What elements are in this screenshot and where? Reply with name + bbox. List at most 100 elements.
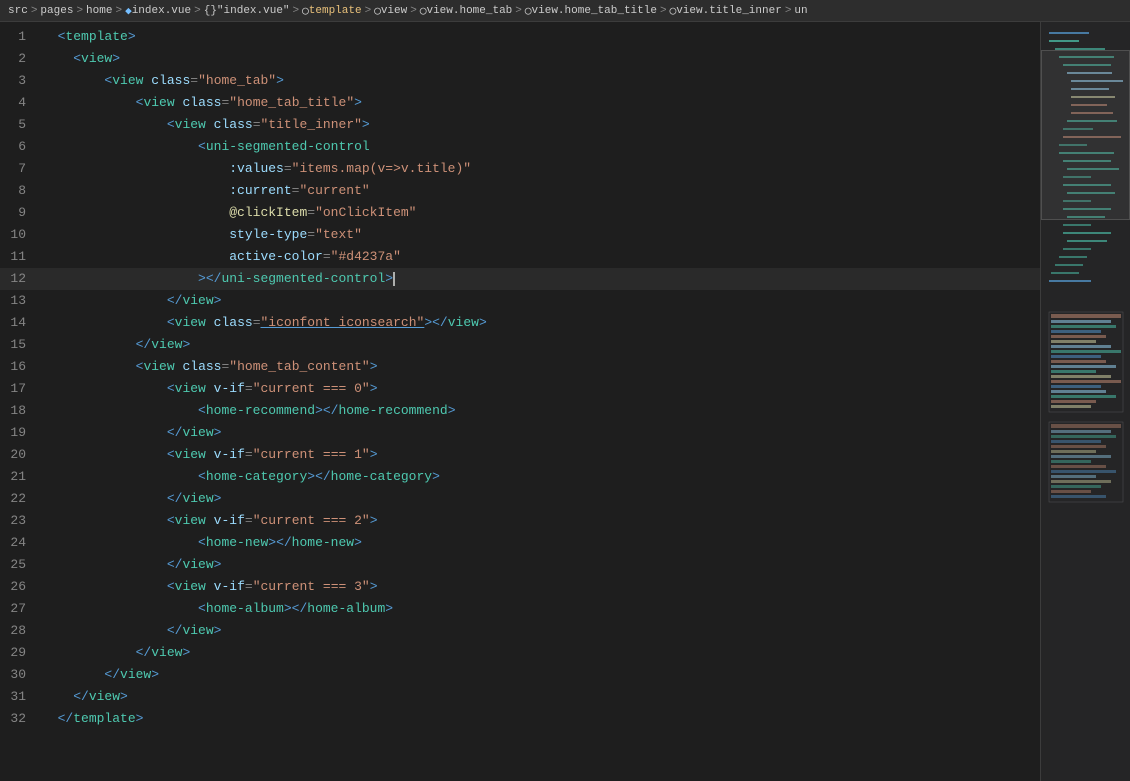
line-content: <home-new></home-new> xyxy=(42,532,1040,554)
line-number: 6 xyxy=(0,136,42,158)
code-line-16: 16 <view class="home_tab_content"> xyxy=(0,356,1040,378)
breadcrumb-view: view xyxy=(381,5,407,17)
code-line-22: 22 </view> xyxy=(0,488,1040,510)
line-number: 25 xyxy=(0,554,42,576)
line-number: 19 xyxy=(0,422,42,444)
code-line-8: 8 :current="current" xyxy=(0,180,1040,202)
breadcrumb-file: index.vue xyxy=(132,5,191,17)
code-line-12: 12 ></uni-segmented-control> xyxy=(0,268,1040,290)
breadcrumb-view-home-tab: view.home_tab xyxy=(426,5,512,17)
view-title-inner-icon: ◯ xyxy=(670,4,677,18)
code-line-7: 7 :values="items.map(v=>v.title)" xyxy=(0,158,1040,180)
code-line-28: 28 </view> xyxy=(0,620,1040,642)
breadcrumb-sep: > xyxy=(660,5,667,17)
breadcrumb-index-vue: "index.vue" xyxy=(217,5,290,17)
code-line-6: 6 <uni-segmented-control xyxy=(0,136,1040,158)
code-line-15: 15 </view> xyxy=(0,334,1040,356)
breadcrumb-view-home-tab-title: view.home_tab_title xyxy=(532,5,657,17)
line-content: style-type="text" xyxy=(42,224,1040,246)
code-line-27: 27 <home-album></home-album> xyxy=(0,598,1040,620)
line-content: ></uni-segmented-control> xyxy=(42,268,1040,290)
line-number: 21 xyxy=(0,466,42,488)
breadcrumb-un: un xyxy=(794,5,807,17)
minimap xyxy=(1040,22,1130,781)
code-line-18: 18 <home-recommend></home-recommend> xyxy=(0,400,1040,422)
line-number: 8 xyxy=(0,180,42,202)
line-number: 13 xyxy=(0,290,42,312)
line-content: <view v-if="current === 0"> xyxy=(42,378,1040,400)
code-line-23: 23 <view v-if="current === 2"> xyxy=(0,510,1040,532)
template-icon: ◯ xyxy=(302,4,309,18)
line-number: 20 xyxy=(0,444,42,466)
line-number: 2 xyxy=(0,48,42,70)
code-line-24: 24 <home-new></home-new> xyxy=(0,532,1040,554)
editor-area: 1 <template>2 <view>3 <view class="home_… xyxy=(0,22,1040,781)
line-content: </view> xyxy=(42,290,1040,312)
code-line-11: 11 active-color="#d4237a" xyxy=(0,246,1040,268)
breadcrumb-sep: > xyxy=(31,5,38,17)
code-line-32: 32 </template> xyxy=(0,708,1040,730)
line-number: 15 xyxy=(0,334,42,356)
code-lines[interactable]: 1 <template>2 <view>3 <view class="home_… xyxy=(0,22,1040,781)
line-content: :current="current" xyxy=(42,180,1040,202)
code-line-9: 9 @clickItem="onClickItem" xyxy=(0,202,1040,224)
line-number: 17 xyxy=(0,378,42,400)
code-line-10: 10 style-type="text" xyxy=(0,224,1040,246)
line-content: <view class="home_tab_content"> xyxy=(42,356,1040,378)
line-content: <view v-if="current === 2"> xyxy=(42,510,1040,532)
line-content: <view v-if="current === 1"> xyxy=(42,444,1040,466)
line-content: </view> xyxy=(42,620,1040,642)
line-number: 4 xyxy=(0,92,42,114)
line-content: </view> xyxy=(42,422,1040,444)
line-content: active-color="#d4237a" xyxy=(42,246,1040,268)
line-content: <uni-segmented-control xyxy=(42,136,1040,158)
code-line-21: 21 <home-category></home-category> xyxy=(0,466,1040,488)
code-line-30: 30 </view> xyxy=(0,664,1040,686)
breadcrumb-sep: > xyxy=(293,5,300,17)
code-line-14: 14 <view class="iconfont iconsearch"></v… xyxy=(0,312,1040,334)
line-content: </view> xyxy=(42,488,1040,510)
line-content: <home-recommend></home-recommend> xyxy=(42,400,1040,422)
breadcrumb-bar: src > pages > home > ◆ index.vue > {} "i… xyxy=(0,0,1130,22)
line-content: <template> xyxy=(42,26,1040,48)
line-number: 14 xyxy=(0,312,42,334)
breadcrumb-home: home xyxy=(86,5,112,17)
minimap-highlight xyxy=(1041,50,1130,220)
breadcrumb-sep: > xyxy=(76,5,83,17)
line-number: 9 xyxy=(0,202,42,224)
line-content: </view> xyxy=(42,642,1040,664)
line-content: </view> xyxy=(42,664,1040,686)
code-line-31: 31 </view> xyxy=(0,686,1040,708)
code-line-3: 3 <view class="home_tab"> xyxy=(0,70,1040,92)
breadcrumb-sep: > xyxy=(365,5,372,17)
breadcrumb-sep: > xyxy=(194,5,201,17)
line-content: </template> xyxy=(42,708,1040,730)
line-number: 27 xyxy=(0,598,42,620)
breadcrumb-sep: > xyxy=(410,5,417,17)
view-home-tab-title-icon: ◯ xyxy=(525,4,532,18)
line-number: 32 xyxy=(0,708,42,730)
breadcrumb-src: src xyxy=(8,5,28,17)
code-line-4: 4 <view class="home_tab_title"> xyxy=(0,92,1040,114)
line-number: 1 xyxy=(0,26,42,48)
line-number: 22 xyxy=(0,488,42,510)
code-line-19: 19 </view> xyxy=(0,422,1040,444)
breadcrumb-sep: > xyxy=(785,5,792,17)
main-layout: 1 <template>2 <view>3 <view class="home_… xyxy=(0,22,1130,781)
line-content: <view v-if="current === 3"> xyxy=(42,576,1040,598)
line-content: <home-category></home-category> xyxy=(42,466,1040,488)
breadcrumb-sep: > xyxy=(115,5,122,17)
line-content: <view class="home_tab_title"> xyxy=(42,92,1040,114)
line-number: 10 xyxy=(0,224,42,246)
view-icon: ◯ xyxy=(374,4,381,18)
line-number: 26 xyxy=(0,576,42,598)
line-number: 16 xyxy=(0,356,42,378)
code-line-20: 20 <view v-if="current === 1"> xyxy=(0,444,1040,466)
line-number: 30 xyxy=(0,664,42,686)
breadcrumb-sep: > xyxy=(515,5,522,17)
line-number: 7 xyxy=(0,158,42,180)
line-number: 12 xyxy=(0,268,42,290)
breadcrumb-template: template xyxy=(309,5,362,17)
line-number: 18 xyxy=(0,400,42,422)
line-content: </view> xyxy=(42,554,1040,576)
